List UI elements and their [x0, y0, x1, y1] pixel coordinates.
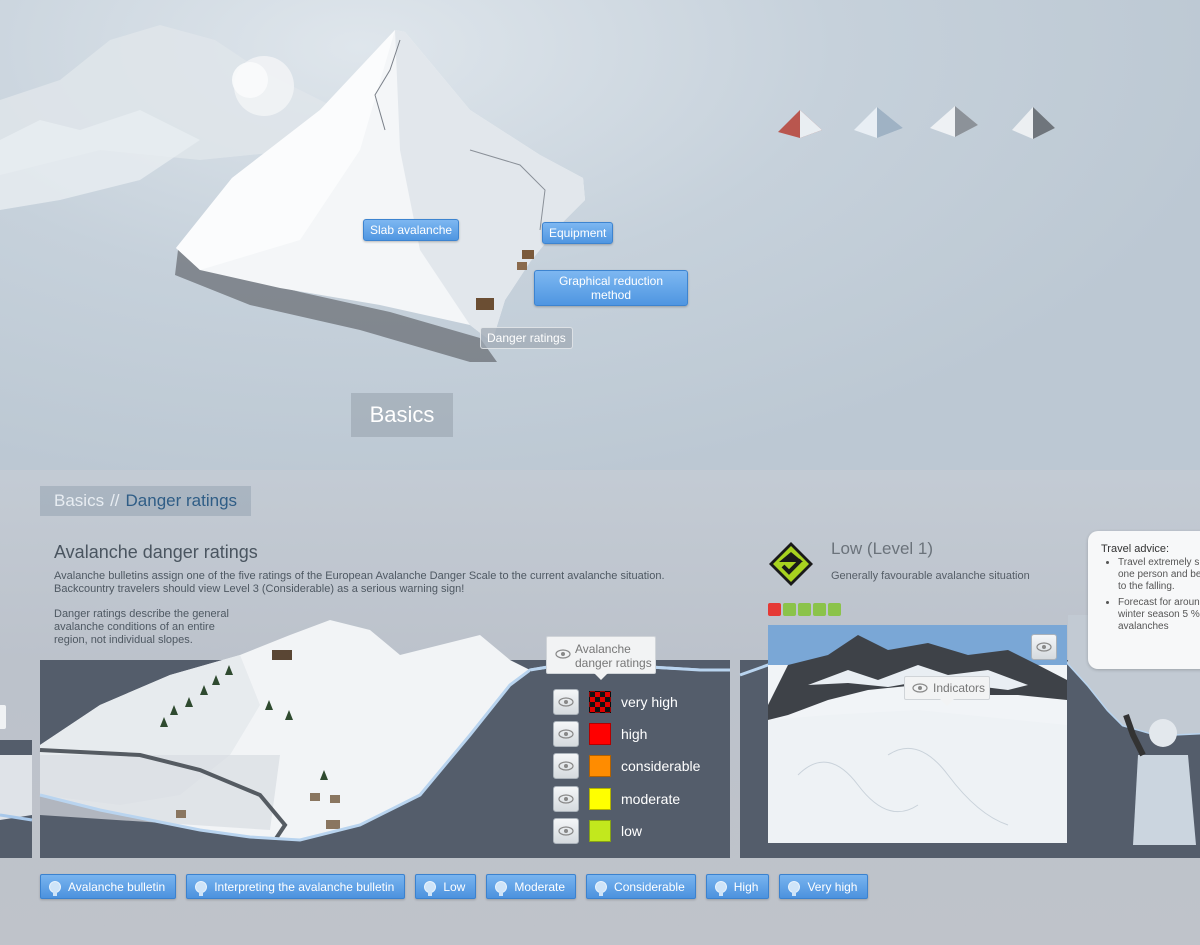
- topic-tag-label: High: [733, 879, 759, 894]
- legend-eye-button[interactable]: [553, 818, 579, 844]
- legend-swatch: [589, 691, 611, 713]
- legend-row[interactable]: moderate: [553, 786, 680, 812]
- graphical-reduction-line1: Graphical reduction: [558, 274, 664, 288]
- indicators-photo: [768, 625, 1067, 843]
- badge-icon: [195, 880, 208, 896]
- basics-button[interactable]: Basics: [351, 393, 453, 437]
- topic-tag-label: Considerable: [614, 879, 685, 894]
- topic-tags: Avalanche bulletin Interpreting the avala…: [40, 874, 869, 899]
- breadcrumb-current: Danger ratings: [125, 491, 238, 510]
- eye-icon: [912, 683, 928, 693]
- legend-eye-button[interactable]: [553, 689, 579, 715]
- legend-label: low: [621, 823, 643, 839]
- topic-tag-label: Low: [443, 879, 466, 894]
- topic-tag-label: Very high: [807, 879, 858, 894]
- legend-eye-button[interactable]: [553, 786, 579, 812]
- topic-tag-button[interactable]: Considerable: [586, 874, 696, 899]
- legend-row[interactable]: low: [553, 818, 642, 844]
- topic-tag-label: Moderate: [514, 879, 566, 894]
- legend-swatch: [589, 820, 611, 842]
- topic-tag-label: Interpreting the avalanche bulletin: [214, 879, 395, 894]
- legend-tooltip: Avalanche danger ratings: [546, 636, 656, 680]
- badge-icon: [595, 880, 608, 896]
- topic-tag-label: Avalanche bulletin: [68, 879, 166, 894]
- intro-line-1: Avalanche bulletins assign one of the fi…: [54, 570, 665, 582]
- indicators-label: Indicators: [933, 681, 986, 695]
- legend-tooltip-text: Avalanche danger ratings: [575, 642, 652, 670]
- travel-advice-bubble: Travel advice: Travel extremely slopes o…: [1088, 531, 1200, 669]
- travel-advice-list: Travel extremely slopes one person and b…: [1098, 557, 1200, 637]
- legend-swatch: [589, 755, 611, 777]
- eye-icon: [1036, 642, 1052, 652]
- topic-tag-button[interactable]: Very high: [779, 874, 869, 899]
- breadcrumb-parent[interactable]: Basics: [54, 491, 104, 511]
- low-level-icon: [769, 542, 813, 586]
- legend-row[interactable]: very high: [553, 689, 678, 715]
- page-title: Avalanche danger ratings: [54, 542, 258, 562]
- legend-row[interactable]: high: [553, 721, 647, 747]
- legend-label: moderate: [621, 791, 681, 807]
- badge-icon: [495, 880, 508, 896]
- topic-tag-button[interactable]: Avalanche bulletin: [40, 874, 177, 899]
- topic-tag-button[interactable]: Moderate: [486, 874, 577, 899]
- legend-tooltip-line2: danger ratings: [575, 656, 652, 670]
- travel-advice-item: Travel extremely slopes one person and b…: [1118, 557, 1200, 593]
- eye-icon: [555, 649, 571, 659]
- slab-avalanche-label[interactable]: Slab avalanche: [363, 219, 460, 241]
- badge-icon: [49, 880, 61, 896]
- badge-icon: [424, 880, 437, 896]
- legend-eye-button[interactable]: [553, 753, 579, 779]
- graphical-reduction-label[interactable]: Graphical reduction method: [534, 270, 688, 306]
- eye-icon: [558, 729, 574, 739]
- legend-label: considerable: [621, 758, 701, 774]
- legend-eye-button[interactable]: [553, 721, 579, 747]
- minimap-2[interactable]: [854, 107, 903, 138]
- legend-row[interactable]: considerable: [553, 753, 700, 779]
- eye-icon: [558, 826, 574, 836]
- minimap-1[interactable]: [778, 110, 822, 138]
- topic-tag-button[interactable]: Low: [415, 874, 477, 899]
- level-title: Low (Level 1): [831, 539, 934, 558]
- legend-tooltip-line1: Avalanche: [575, 642, 631, 656]
- level-subtitle: Generally favourable avalanche situation: [831, 570, 1030, 582]
- equipment-label[interactable]: Equipment: [542, 222, 614, 244]
- graphical-reduction-line2: method: [590, 288, 632, 302]
- legend-label: high: [621, 726, 648, 742]
- topic-tag-button[interactable]: High: [705, 874, 770, 899]
- minimap-4[interactable]: [1012, 107, 1055, 139]
- travel-advice-title: Travel advice:: [1101, 543, 1170, 555]
- eye-icon: [558, 794, 574, 804]
- intro-paragraph: Avalanche bulletins assign one of the fi…: [54, 570, 665, 596]
- legend-swatch: [589, 788, 611, 810]
- eye-icon: [558, 761, 574, 771]
- intro-line-2: Backcountry travelers should view Level …: [54, 583, 465, 595]
- legend-label: very high: [621, 694, 678, 710]
- indicators-tooltip[interactable]: Indicators: [904, 676, 990, 706]
- breadcrumb: Basics // Danger ratings: [40, 486, 252, 516]
- travel-advice-item: Forecast for around the winter season 5 …: [1118, 597, 1200, 633]
- breadcrumb-separator: //: [110, 491, 120, 510]
- topic-tag-button[interactable]: Interpreting the avalanche bulletin: [186, 874, 406, 899]
- scroll-left-tab[interactable]: [0, 705, 6, 729]
- danger-ratings-label[interactable]: Danger ratings: [480, 327, 573, 349]
- badge-icon: [714, 880, 727, 896]
- badge-icon: [788, 880, 801, 896]
- legend-swatch: [589, 723, 611, 745]
- eye-icon: [558, 697, 574, 707]
- photo-eye-button[interactable]: [1031, 634, 1057, 660]
- minimap-3[interactable]: [930, 106, 978, 137]
